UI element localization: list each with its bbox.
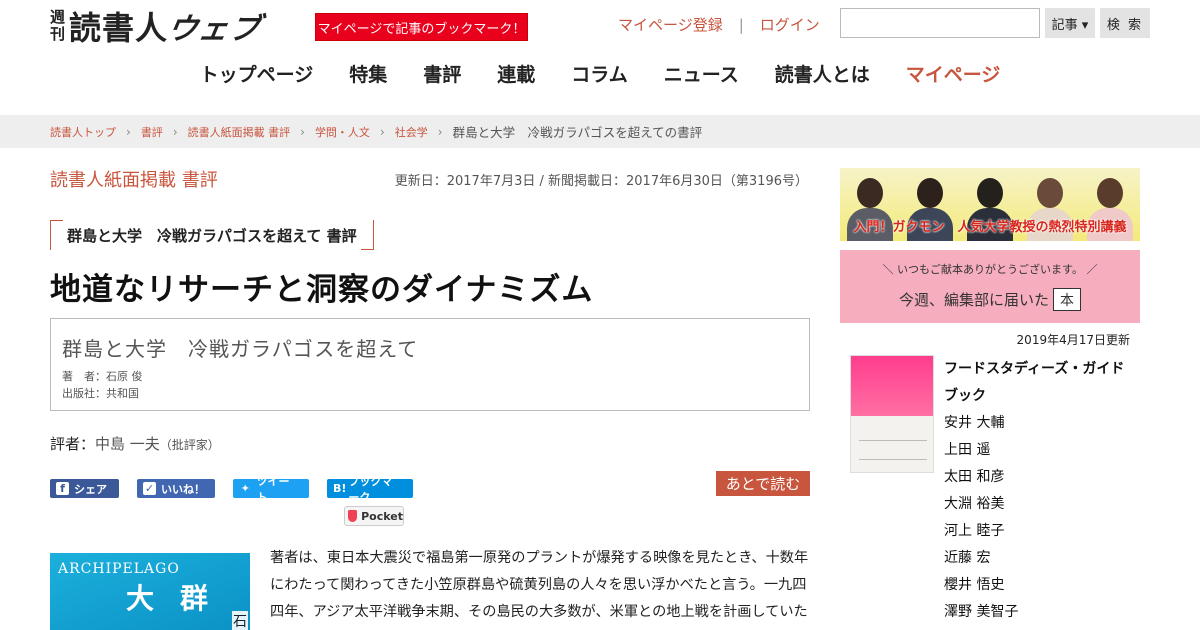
nav-features[interactable]: 特集 [331, 60, 405, 90]
nav-about[interactable]: 読書人とは [757, 60, 888, 90]
nav-reviews[interactable]: 書評 [405, 60, 479, 90]
hatena-bookmark-button[interactable]: B! ブックマーク [327, 475, 413, 504]
reviewer-role: （批評家） [159, 438, 220, 452]
cover-kanji-2: 群 [180, 582, 209, 615]
hatena-label: ブックマーク [348, 474, 393, 504]
reviewer-name[interactable]: 中島 一夫 [95, 435, 160, 453]
new-arrivals-banner[interactable]: ＼ いつもご献本ありがとうございます。 ／ 今週、編集部に届いた 本 [840, 250, 1140, 323]
banner1-caption: 入門！ガクモン 人気大学教授の熱烈特別講義 [853, 220, 1127, 235]
facebook-share-label: シェア [74, 482, 107, 496]
nav-top[interactable]: トップページ [182, 60, 332, 90]
banner2-title: 今週、編集部に届いた 本 [840, 288, 1140, 311]
sidebar-author: 河上 睦子 [944, 523, 1005, 539]
sidebar-author: 安井 大輔 [944, 415, 1005, 431]
logo-main-text: 読書人 [69, 9, 169, 47]
search-button[interactable]: 検 索 [1100, 8, 1150, 38]
main-nav: トップページ 特集 書評 連載 コラム ニュース 読書人とは マイページ [0, 60, 1200, 90]
breadcrumb-item[interactable]: 読書人トップ [50, 124, 116, 140]
book-info-box: 群島と大学 冷戦ガラパゴスを超えて 著 者：石原 俊 出版社：共和国 [50, 318, 810, 411]
tweet-label: ツイート [256, 474, 290, 504]
facebook-icon: f [56, 482, 69, 495]
account-links: マイページ登録 | ログイン [618, 14, 820, 35]
sidebar-book-info: フードスタディーズ・ガイドブック 安井 大輔 上田 遥 太田 和彦 大淵 裕美 … [944, 356, 1134, 626]
sidebar-book-title[interactable]: フードスタディーズ・ガイドブック [944, 356, 1134, 410]
article-headline: 地道なリサーチと洞察のダイナミズム [50, 272, 594, 308]
chevron-right-icon: › [437, 124, 443, 139]
like-label: いいね！ [161, 482, 205, 496]
pocket-button[interactable]: Pocket [344, 506, 404, 526]
chevron-right-icon: › [300, 124, 305, 139]
logo-web-text: ウェブ [164, 12, 264, 47]
book-review-tag: 群島と大学 冷戦ガラパゴスを超えて 書評 [50, 220, 374, 250]
logo-small-1: 週 [50, 8, 66, 26]
article-body: 著者は、東日本大震災で福島第一原発のプラントが爆発する映像を見たとき、十数年にわ… [270, 550, 809, 620]
book-cover-image[interactable]: ARCHIPELAGO 大 群 石 [50, 553, 250, 630]
breadcrumb-item[interactable]: 読書人紙面掲載 書評 [188, 124, 291, 140]
facebook-like-button[interactable]: ✓ いいね！ [137, 479, 215, 498]
book-publisher: 出版社：共和国 [62, 387, 139, 400]
book-author: 著 者：石原 俊 [62, 370, 143, 383]
sidebar-author: 大淵 裕美 [944, 496, 1005, 512]
site-logo[interactable]: 週 刊 読書人 ウェブ [50, 6, 263, 48]
reviewer-label: 評者： [50, 435, 96, 453]
breadcrumb: 読書人トップ › 書評 › 読書人紙面掲載 書評 › 学問・人文 › 社会学 ›… [0, 115, 1200, 148]
article-dates: 更新日：2017年7月3日 / 新聞掲載日：2017年6月30日（第3196号） [394, 174, 808, 189]
sidebar-author: 澤野 美智子 [944, 604, 1019, 620]
banner2-subtitle: ＼ いつもご献本ありがとうございます。 ／ [882, 263, 1098, 276]
sidebar-updated-date: 2019年4月17日更新 [1016, 333, 1130, 347]
hatena-icon: B! [333, 482, 347, 495]
nav-series[interactable]: 連載 [479, 60, 553, 90]
sidebar-author: 上田 遥 [944, 442, 991, 458]
mypage-bookmark-promo[interactable]: マイページで記事のブックマーク！ [315, 13, 528, 41]
nav-news[interactable]: ニュース [646, 60, 757, 90]
chevron-right-icon: › [126, 124, 131, 139]
sidebar-book-cover[interactable] [850, 355, 934, 473]
book-meta: 著 者：石原 俊 出版社：共和国 [62, 368, 798, 402]
share-buttons: f シェア ✓ いいね！ ✦ ツイート B! ブックマーク [50, 475, 413, 504]
nav-columns[interactable]: コラム [553, 60, 645, 90]
twitter-bird-icon: ✦ [240, 482, 250, 495]
reviewer: 評者：中島 一夫（批評家） [50, 433, 220, 454]
chevron-right-icon: › [379, 124, 385, 139]
thumbs-up-icon: ✓ [143, 482, 156, 495]
cover-text-block [859, 440, 927, 460]
breadcrumb-item[interactable]: 学問・人文 [315, 124, 370, 140]
sidebar-author: 櫻井 悟史 [944, 577, 1005, 593]
pocket-icon [348, 510, 358, 522]
nav-mypage[interactable]: マイページ [888, 60, 1019, 90]
register-link[interactable]: マイページ登録 [618, 14, 723, 35]
login-link[interactable]: ログイン [760, 14, 820, 35]
cover-english-title: ARCHIPELAGO [58, 561, 180, 577]
chevron-right-icon: › [172, 124, 178, 139]
search-input[interactable] [840, 8, 1040, 38]
read-later-button[interactable]: あとで読む [716, 471, 810, 496]
breadcrumb-item[interactable]: 書評 [141, 124, 163, 140]
breadcrumb-item[interactable]: 社会学 [395, 124, 428, 140]
pocket-label: Pocket [361, 509, 403, 523]
section-title[interactable]: 読書人紙面掲載 書評 [50, 166, 218, 192]
logo-weekly: 週 刊 [50, 9, 65, 43]
cover-kanji-1: 大 [126, 582, 155, 615]
logo-small-2: 刊 [50, 25, 66, 43]
gakumon-lecture-banner[interactable]: 入門！ガクモン 人気大学教授の熱烈特別講義 [840, 168, 1140, 241]
cover-author-mark: 石 [232, 611, 248, 630]
search-type-select[interactable]: 記事 ▾ [1045, 8, 1095, 38]
sidebar-author: 近藤 宏 [944, 550, 991, 566]
breadcrumb-current: 群島と大学 冷戦ガラパゴスを超えての書評 [452, 125, 703, 140]
tweet-button[interactable]: ✦ ツイート [233, 475, 309, 504]
facebook-share-button[interactable]: f シェア [50, 479, 119, 498]
book-box-icon: 本 [1053, 288, 1081, 311]
cover-pink-band [851, 356, 933, 416]
sidebar-author: 太田 和彦 [944, 469, 1005, 485]
book-title: 群島と大学 冷戦ガラパゴスを超えて [62, 337, 419, 361]
banner2-title-text: 今週、編集部に届いた [898, 291, 1049, 309]
link-separator: | [738, 15, 744, 34]
